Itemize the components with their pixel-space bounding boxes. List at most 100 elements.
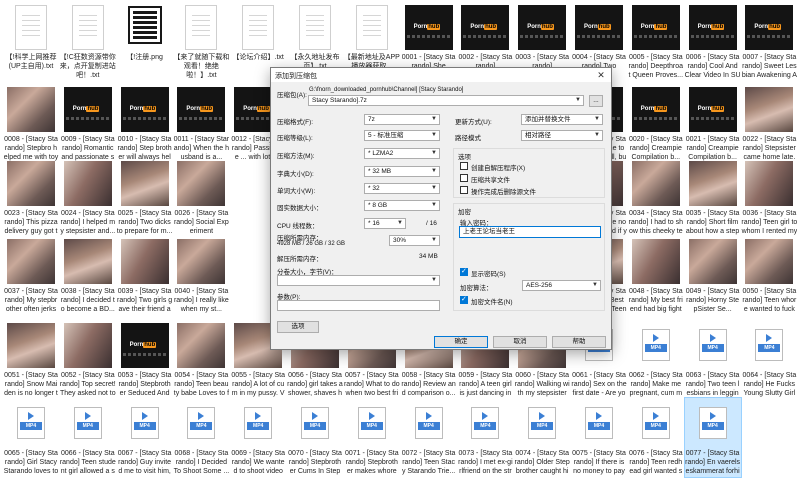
- file-item[interactable]: 0054 - [Stacy Starando] Teen beauty babe…: [173, 320, 229, 399]
- text-file-icon: [185, 5, 218, 50]
- mp4-tag: MP4: [360, 422, 383, 430]
- file-item[interactable]: 【!C狂数资源带你来，点开复制进站吧！.txt: [60, 2, 116, 81]
- file-item[interactable]: Pornhub 0009 - [Stacy Starando] Romantic …: [60, 84, 116, 163]
- threads-combo[interactable]: * 16 ▼: [364, 218, 406, 229]
- file-item[interactable]: MP4 0069 - [Stacy Starando] We wanted to …: [230, 398, 286, 477]
- file-item[interactable]: MP4 0064 - [Stacy Starando] He Fucks Youn…: [741, 320, 797, 399]
- file-item[interactable]: Pornhub 0010 - [Stacy Starando] Step brot…: [117, 84, 173, 163]
- params-input[interactable]: [277, 300, 440, 311]
- file-item[interactable]: 0023 - [Stacy Starando] This pizza deliv…: [3, 158, 59, 237]
- file-item[interactable]: MP4 0074 - [Stacy Starando] Older Stepbro…: [514, 398, 570, 477]
- mp4-tag: MP4: [701, 422, 724, 430]
- level-combo[interactable]: 5 - 标准压缩 ▼: [364, 130, 440, 141]
- thumbnail-strip: [690, 117, 735, 120]
- chevron-down-icon: ▼: [431, 116, 437, 122]
- file-item[interactable]: 0035 - [Stacy Starando] Short film about…: [685, 158, 741, 237]
- file-item[interactable]: Pornhub 0053 - [Stacy Starando] Stepbroth…: [117, 320, 173, 399]
- file-item[interactable]: Pornhub 0006 - [Stacy Starando] Cool And …: [685, 2, 741, 81]
- mp4-tag: MP4: [644, 344, 667, 352]
- file-item[interactable]: Pornhub 0021 - [Stacy Starando] Creampie …: [685, 84, 741, 163]
- file-name: 0074 - [Stacy Starando] Older Stepbrothe…: [514, 450, 570, 475]
- file-item[interactable]: 0008 - [Stacy Starando] Stepbro helped m…: [3, 84, 59, 163]
- file-item[interactable]: 0039 - [Stacy Starando] Two girls gave t…: [117, 236, 173, 315]
- encrypt-names-checkbox[interactable]: [460, 295, 468, 304]
- file-item[interactable]: MP4 0076 - [Stacy Starando] Teen redhead …: [628, 398, 684, 477]
- password-input[interactable]: 上老王论坛当老王: [459, 226, 601, 238]
- file-item[interactable]: MP4 0062 - [Stacy Starando] Make me pregn…: [628, 320, 684, 399]
- video-thumbnail: [177, 239, 226, 284]
- file-item[interactable]: 0022 - [Stacy Starando] Stepsister came …: [741, 84, 797, 163]
- text-file-icon: [299, 5, 331, 50]
- file-item[interactable]: 0036 - [Stacy Starando] Teen girl to who…: [741, 158, 797, 237]
- file-item[interactable]: Pornhub 0005 - [Stacy Starando] Deepthroa…: [628, 2, 684, 81]
- show-password-checkbox[interactable]: [460, 267, 468, 276]
- solid-combo[interactable]: * 8 GB ▼: [364, 200, 440, 211]
- file-item[interactable]: 【!科学上网推荐(UP主自用).txt: [3, 2, 59, 81]
- options-button[interactable]: 选项: [277, 321, 319, 333]
- file-item[interactable]: MP4 0071 - [Stacy Starando] Stepbrother m…: [344, 398, 400, 477]
- play-icon: [596, 412, 602, 420]
- dict-combo[interactable]: * 32 MB ▼: [364, 166, 440, 177]
- mem-percent-combo[interactable]: 30% ▼: [389, 235, 440, 246]
- format-combo[interactable]: 7z ▼: [364, 114, 440, 125]
- file-item[interactable]: 0038 - [Stacy Starando] I decided to bec…: [60, 236, 116, 315]
- file-item[interactable]: MP4 0073 - [Stacy Starando] I met ex-girl…: [457, 398, 513, 477]
- sfx-label: 创建自解压程序(X): [471, 165, 526, 172]
- file-name: 0050 - [Stacy Starando] Teen whore wante…: [742, 288, 797, 313]
- archive-name-combo[interactable]: Stacy Starando].7z ▼: [308, 95, 584, 106]
- file-item[interactable]: MP4 0066 - [Stacy Starando] Teen student …: [60, 398, 116, 477]
- file-item[interactable]: MP4 0063 - [Stacy Starando] Two teen lesb…: [685, 320, 741, 399]
- add-to-archive-dialog: 添加到压缩包 ✕ 压缩包(A): G:\fnorn_downloaded_por…: [270, 67, 612, 350]
- file-item[interactable]: MP4 0077 - [Stacy Starando] En vaerelsesk…: [683, 397, 742, 478]
- chevron-down-icon: ▼: [575, 97, 581, 103]
- file-item[interactable]: MP4 0072 - [Stacy Starando] Teen Stacy St…: [401, 398, 457, 477]
- file-item[interactable]: 【!注册.png: [117, 2, 173, 81]
- file-item[interactable]: Pornhub 0020 - [Stacy Starando] Creampie …: [628, 84, 684, 163]
- delete-source-checkbox[interactable]: [460, 186, 468, 194]
- file-item[interactable]: MP4 0075 - [Stacy Starando] If there is n…: [571, 398, 627, 477]
- logo: Pornhub: [186, 106, 214, 112]
- file-item[interactable]: 0024 - [Stacy Starando] I helped my step…: [60, 158, 116, 237]
- thumbnail-strip: [690, 35, 735, 38]
- file-name: 0055 - [Stacy Starando] A lot of cum in …: [231, 372, 286, 397]
- file-item[interactable]: 0040 - [Stacy Starando] I really like wh…: [173, 236, 229, 315]
- file-name: 0025 - [Stacy Starando] Two dicks to pre…: [116, 210, 173, 235]
- file-item[interactable]: Pornhub 0011 - [Stacy Starando] When the …: [173, 84, 229, 163]
- file-item[interactable]: Pornhub 0007 - [Stacy Starando] Sweet Les…: [741, 2, 797, 81]
- format-value: 7z: [368, 116, 375, 123]
- play-icon: [425, 412, 432, 420]
- file-item[interactable]: 0049 - [Stacy Starando] Horny StepSister…: [685, 236, 741, 315]
- help-button[interactable]: 帮助: [552, 336, 606, 348]
- file-item[interactable]: MP4 0067 - [Stacy Starando] Guy invited m…: [117, 398, 173, 477]
- chevron-down-icon: ▼: [431, 150, 437, 156]
- file-item[interactable]: 【来了就随下载和观看！绝绝啦！】.txt: [173, 2, 229, 81]
- file-item[interactable]: 0034 - [Stacy Starando] I had to show th…: [628, 158, 684, 237]
- word-combo[interactable]: * 32 ▼: [364, 183, 440, 194]
- chevron-down-icon: ▼: [431, 277, 437, 283]
- mp4-file-icon: MP4: [698, 407, 727, 439]
- method-combo[interactable]: * LZMA2 ▼: [364, 148, 440, 159]
- file-item[interactable]: MP4 0068 - [Stacy Starando] I Decided To …: [173, 398, 229, 477]
- sfx-checkbox[interactable]: [460, 162, 468, 170]
- file-item[interactable]: 0052 - [Stacy Starando] Top secret! They…: [60, 320, 116, 399]
- update-combo[interactable]: 添加并替换文件 ▼: [521, 114, 603, 125]
- file-item[interactable]: MP4 0070 - [Stacy Starando] Stepbrother C…: [287, 398, 343, 477]
- file-item[interactable]: 0026 - [Stacy Starando] Social Experimen…: [173, 158, 229, 237]
- file-item[interactable]: 0048 - [Stacy Starando] My best friend h…: [628, 236, 684, 315]
- mp4-file-icon: MP4: [414, 407, 443, 439]
- decomp-value: 34 MB: [419, 253, 438, 260]
- close-icon[interactable]: ✕: [595, 69, 607, 81]
- cancel-button[interactable]: 取消: [493, 336, 547, 348]
- file-item[interactable]: 0050 - [Stacy Starando] Teen whore wante…: [741, 236, 797, 315]
- split-combo[interactable]: ▼: [277, 275, 440, 286]
- file-item[interactable]: 0025 - [Stacy Starando] Two dicks to pre…: [117, 158, 173, 237]
- enc-method-combo[interactable]: AES-256 ▼: [522, 280, 601, 291]
- ok-button[interactable]: 确定: [434, 336, 488, 348]
- shared-checkbox[interactable]: [460, 174, 468, 182]
- path-mode-combo[interactable]: 相对路径 ▼: [521, 130, 603, 141]
- thumbnail-strip: [577, 35, 621, 38]
- browse-button[interactable]: ...: [589, 95, 603, 107]
- file-item[interactable]: MP4 0065 - [Stacy Starando] Girl Stacy St…: [3, 398, 59, 477]
- file-item[interactable]: 0051 - [Stacy Starando] Snow Maiden is n…: [3, 320, 59, 399]
- file-item[interactable]: 0037 - [Stacy Starando] My stepbrother o…: [3, 236, 59, 315]
